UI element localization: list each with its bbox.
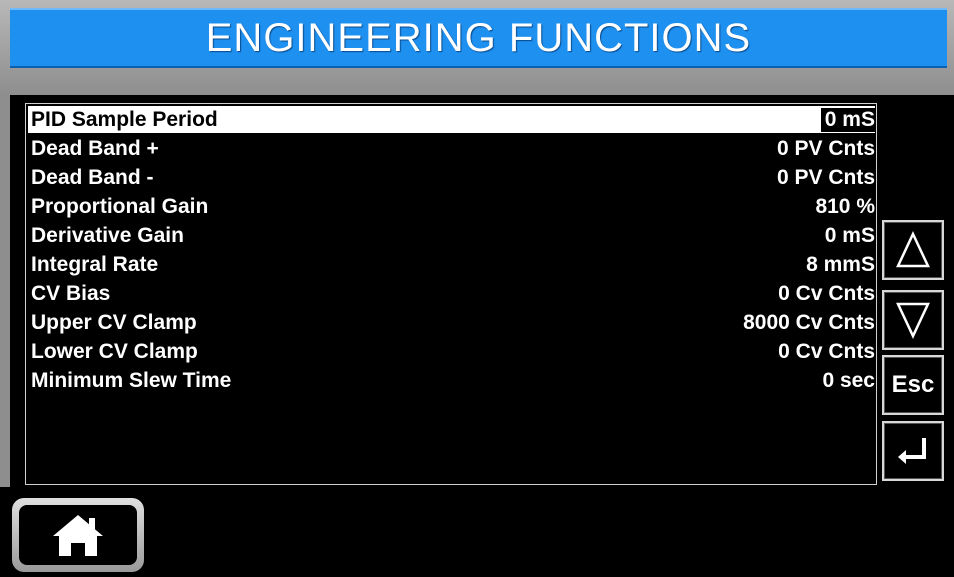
up-triangle-icon (896, 231, 930, 268)
row-label: Dead Band - (31, 166, 154, 189)
settings-row-integral-rate[interactable]: Integral Rate 8 mmS (28, 251, 875, 278)
row-value: 8000 Cv Cnts (743, 311, 875, 334)
esc-label: Esc (891, 371, 935, 398)
enter-return-icon (898, 438, 926, 464)
settings-row-upper-cv-clamp[interactable]: Upper CV Clamp 8000 Cv Cnts (28, 309, 875, 336)
settings-row-derivative-gain[interactable]: Derivative Gain 0 mS (28, 222, 875, 249)
row-label: Integral Rate (31, 253, 159, 276)
row-value: 0 PV Cnts (776, 137, 875, 160)
row-label: Upper CV Clamp (31, 311, 197, 334)
home-button-face (19, 505, 137, 565)
row-value: 0 mS (824, 224, 875, 247)
row-value: 0 sec (822, 369, 875, 392)
settings-row-pid-sample-period[interactable]: PID Sample Period 0 mS (28, 106, 875, 133)
home-button[interactable] (12, 498, 144, 572)
row-value: 0 Cv Cnts (778, 282, 875, 305)
page-title: ENGINEERING FUNCTIONS (205, 15, 752, 60)
row-label: Derivative Gain (31, 224, 184, 247)
row-value: 8 mmS (806, 253, 875, 276)
row-label: Dead Band + (31, 137, 159, 160)
row-label: Lower CV Clamp (31, 340, 198, 363)
row-label: Proportional Gain (31, 195, 209, 218)
settings-row-dead-band-plus[interactable]: Dead Band + 0 PV Cnts (28, 135, 875, 162)
esc-button[interactable]: Esc (882, 355, 944, 415)
settings-row-minimum-slew-time[interactable]: Minimum Slew Time 0 sec (28, 367, 875, 394)
row-value: 810 % (815, 195, 875, 218)
scroll-down-button[interactable] (882, 290, 944, 350)
enter-button[interactable] (882, 421, 944, 481)
row-label: PID Sample Period (31, 108, 218, 131)
settings-row-proportional-gain[interactable]: Proportional Gain 810 % (28, 193, 875, 220)
row-label: Minimum Slew Time (31, 369, 232, 392)
row-label: CV Bias (31, 282, 111, 305)
row-value: 0 mS (820, 108, 875, 132)
settings-list: PID Sample Period 0 mS Dead Band + 0 PV … (25, 103, 877, 485)
down-triangle-icon (896, 302, 930, 339)
row-value: 0 PV Cnts (776, 166, 875, 189)
row-value: 0 Cv Cnts (778, 340, 875, 363)
title-bar: ENGINEERING FUNCTIONS (10, 8, 947, 68)
home-icon (53, 515, 103, 556)
settings-row-dead-band-minus[interactable]: Dead Band - 0 PV Cnts (28, 164, 875, 191)
left-frame (0, 95, 10, 487)
settings-row-lower-cv-clamp[interactable]: Lower CV Clamp 0 Cv Cnts (28, 338, 875, 365)
settings-row-cv-bias[interactable]: CV Bias 0 Cv Cnts (28, 280, 875, 307)
scroll-up-button[interactable] (882, 220, 944, 280)
